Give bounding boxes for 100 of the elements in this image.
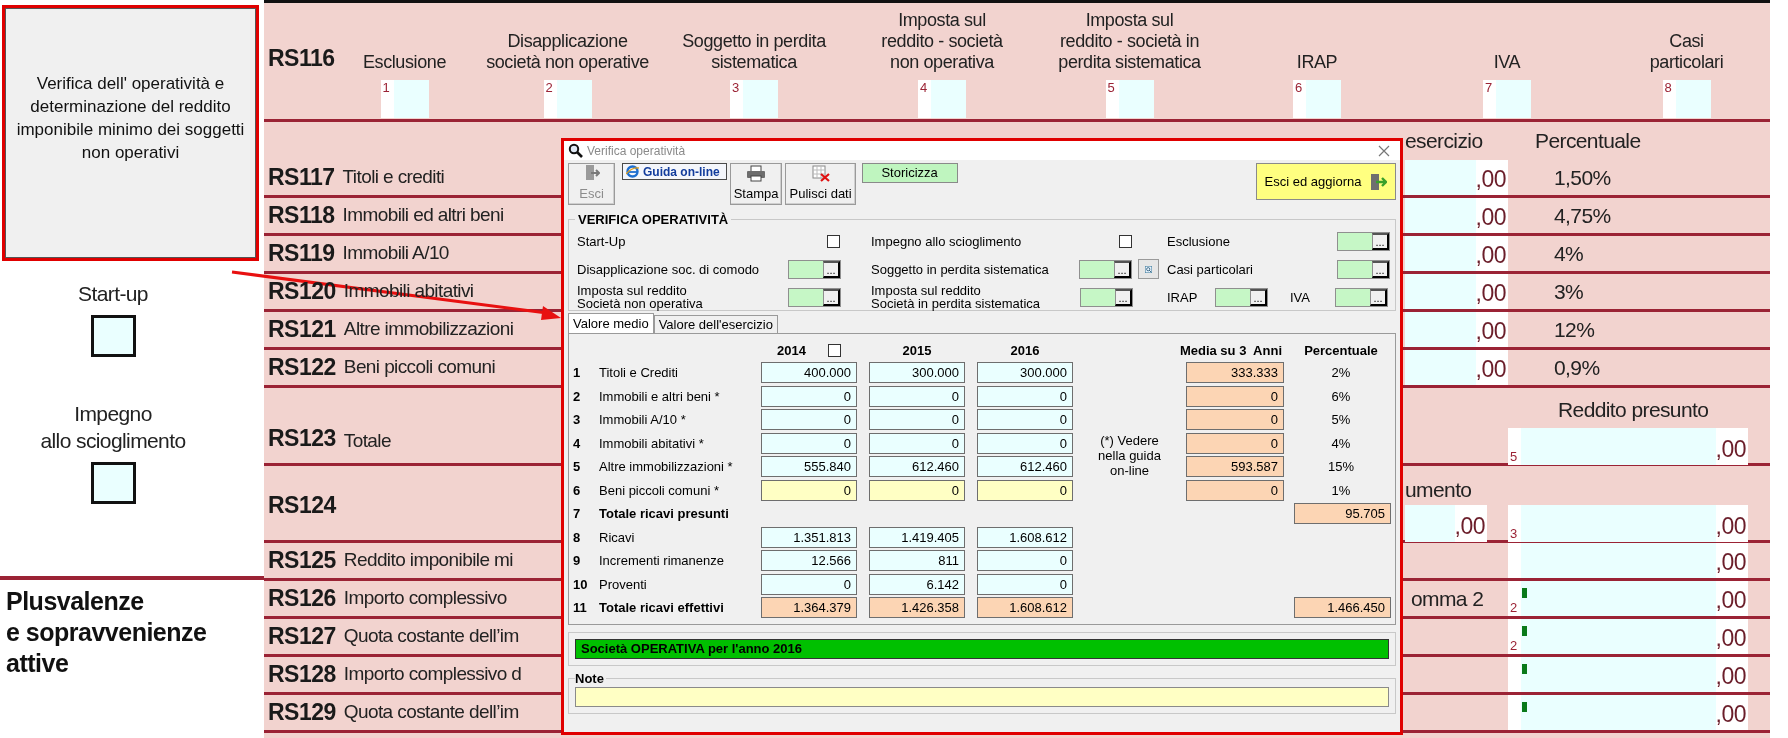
value-field[interactable]: 1.364.379 <box>761 597 857 619</box>
rate-text: 0,9% <box>1553 354 1601 381</box>
number-field[interactable]: 4 <box>918 80 966 118</box>
value-field[interactable]: 0 <box>977 409 1073 431</box>
row-label: Totale ricavi presunti <box>599 505 730 523</box>
row-label: Immobili abitativi * <box>599 434 705 453</box>
value-field[interactable]: 0 <box>977 550 1073 572</box>
value-field[interactable]: 0 <box>869 479 965 501</box>
checkbox[interactable] <box>90 462 136 504</box>
amount-field[interactable]: 2 ,00 <box>1508 619 1748 654</box>
value-field[interactable]: 612.460 <box>977 456 1073 478</box>
field-label: Start-Up <box>577 234 627 248</box>
row-label: Immobili e altri beni * <box>599 387 721 406</box>
note-field[interactable] <box>575 687 1389 707</box>
close-icon[interactable] <box>1378 144 1390 157</box>
number-field[interactable]: 3 <box>730 80 778 118</box>
field-label: Imposta sul reddito Società non operativa <box>577 284 704 310</box>
number-field[interactable]: 2 <box>543 80 592 118</box>
checkbox[interactable] <box>1119 234 1132 248</box>
checkbox[interactable] <box>827 344 841 357</box>
row-label: Importo complessivo <box>343 586 507 611</box>
total-field: 95.705 <box>1294 503 1391 525</box>
value-field[interactable]: 0 <box>977 573 1073 595</box>
number-field[interactable]: 7 <box>1483 80 1531 118</box>
value-field[interactable]: 12.566 <box>761 550 857 572</box>
value-field[interactable]: 1.608.612 <box>977 597 1073 619</box>
rate-text: 4% <box>1553 240 1585 267</box>
exit-update-button[interactable]: Esci ed aggiorna <box>1256 163 1396 200</box>
value-field[interactable]: 0 <box>761 479 857 501</box>
amount-field[interactable]: ,00 <box>1405 236 1508 271</box>
value-field[interactable]: 400.000 <box>761 362 857 384</box>
row-code: RS117 <box>268 163 335 193</box>
value-field[interactable]: 612.460 <box>869 456 965 478</box>
value-field[interactable]: 0 <box>977 479 1073 501</box>
amount-field[interactable]: ,00 <box>1508 695 1748 730</box>
value-field[interactable]: 0 <box>761 432 857 454</box>
value-field[interactable]: 0 <box>869 432 965 454</box>
number-field[interactable]: 8 <box>1662 80 1711 118</box>
field-label: Disapplicazione soc. di comodo <box>577 262 761 276</box>
amount-field[interactable]: ,00 <box>1508 657 1748 692</box>
row-number: 8 <box>573 528 582 547</box>
number-field[interactable]: 5 <box>1105 80 1154 118</box>
search-button[interactable] <box>1138 259 1159 279</box>
row-label: Titoli e crediti <box>342 165 445 190</box>
total-field: 1.466.450 <box>1294 597 1391 619</box>
row-number: 9 <box>573 552 582 570</box>
value-field[interactable]: 300.000 <box>869 362 965 384</box>
amount-field[interactable]: ,00 <box>1405 160 1508 195</box>
row-label: Proventi <box>599 575 648 594</box>
amount-field[interactable]: ,00 <box>1405 505 1487 542</box>
archive-button[interactable]: Storicizza <box>861 163 958 183</box>
percent-text: 5% <box>1330 411 1352 429</box>
clear-button[interactable]: Pulisci dati <box>785 163 856 205</box>
value-field[interactable]: 0 <box>869 385 965 407</box>
checkbox[interactable] <box>827 234 840 248</box>
field-label: IVA <box>1493 51 1521 73</box>
value-field[interactable]: 555.840 <box>761 456 857 478</box>
field-label: Soggetto in perdita sistematica <box>682 30 826 73</box>
value-field[interactable]: 0 <box>977 385 1073 407</box>
value-field[interactable]: 1.419.405 <box>869 526 965 548</box>
amount-field[interactable]: ,00 <box>1405 274 1508 309</box>
value-field[interactable]: 1.426.358 <box>869 597 965 619</box>
value-field[interactable]: 0 <box>869 409 965 431</box>
row-number: 3 <box>573 411 582 429</box>
print-button[interactable]: Stampa <box>729 163 783 205</box>
value-field[interactable]: 300.000 <box>977 362 1073 384</box>
amount-field[interactable]: 5 ,00 <box>1508 428 1748 465</box>
amount-field[interactable]: ,00 <box>1405 198 1508 233</box>
row-code: RS125 <box>268 546 336 576</box>
section-title: Plusvalenze e sopravvenienze attive <box>6 586 208 679</box>
row-code: RS123 <box>268 423 336 453</box>
value-field[interactable]: 1.608.612 <box>977 526 1073 548</box>
row-label: Beni piccoli comuni * <box>599 481 720 500</box>
amount-field[interactable]: 3 ,00 <box>1508 505 1748 542</box>
row-label: Quota costante dell’im <box>343 700 519 725</box>
value-field[interactable]: 0 <box>761 573 857 595</box>
percent-text: 1% <box>1330 481 1352 500</box>
value-field[interactable]: 0 <box>761 385 857 407</box>
row-number: 2 <box>573 387 582 406</box>
value-field[interactable]: 6.142 <box>869 573 965 595</box>
value-field[interactable]: 1.351.813 <box>761 526 857 548</box>
column-header: Media su 3 Anni <box>1179 341 1282 360</box>
number-field[interactable]: 6 <box>1293 80 1341 118</box>
value-field[interactable]: 0 <box>761 409 857 431</box>
value-field[interactable]: 0 <box>977 432 1073 454</box>
average-field: 333.333 <box>1186 362 1284 384</box>
value-field[interactable]: 811 <box>869 550 965 572</box>
amount-field[interactable]: ,00 <box>1508 543 1748 578</box>
tab[interactable]: Valore medio <box>568 313 654 333</box>
amount-field[interactable]: 2 ,00 <box>1508 581 1748 616</box>
checkbox[interactable] <box>90 315 136 357</box>
amount-field[interactable]: ,00 <box>1405 350 1508 385</box>
row-code: RS124 <box>268 490 336 520</box>
number-field[interactable]: 1 <box>380 80 429 118</box>
help-button[interactable]: Guida on-line <box>622 163 727 180</box>
amount-field[interactable]: ,00 <box>1405 312 1508 347</box>
row-code: RS120 <box>268 277 336 307</box>
tab[interactable]: Valore dell'esercizio <box>653 315 778 333</box>
row-code: RS118 <box>268 201 335 231</box>
row-code: RS121 <box>268 315 336 345</box>
